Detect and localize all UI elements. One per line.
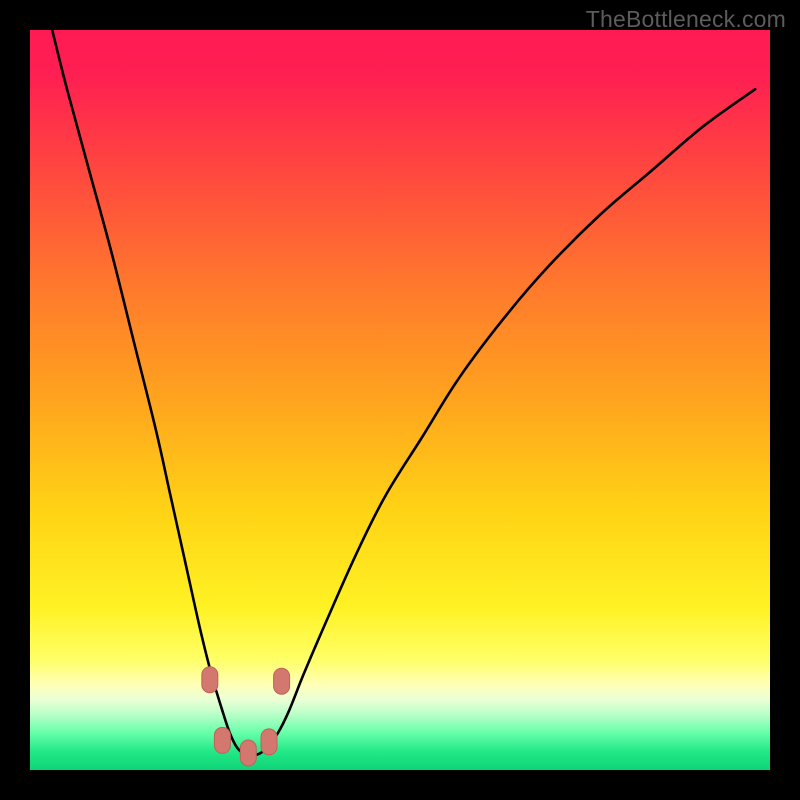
curve-marker <box>214 727 230 753</box>
outer-frame: TheBottleneck.com <box>0 0 800 800</box>
bottleneck-curve <box>52 30 755 755</box>
curve-layer <box>30 30 770 770</box>
curve-marker <box>202 667 218 693</box>
curve-marker <box>240 740 256 766</box>
watermark-text: TheBottleneck.com <box>586 6 786 33</box>
curve-marker <box>274 668 290 694</box>
plot-area <box>30 30 770 770</box>
curve-marker <box>261 729 277 755</box>
curve-markers <box>202 667 290 766</box>
